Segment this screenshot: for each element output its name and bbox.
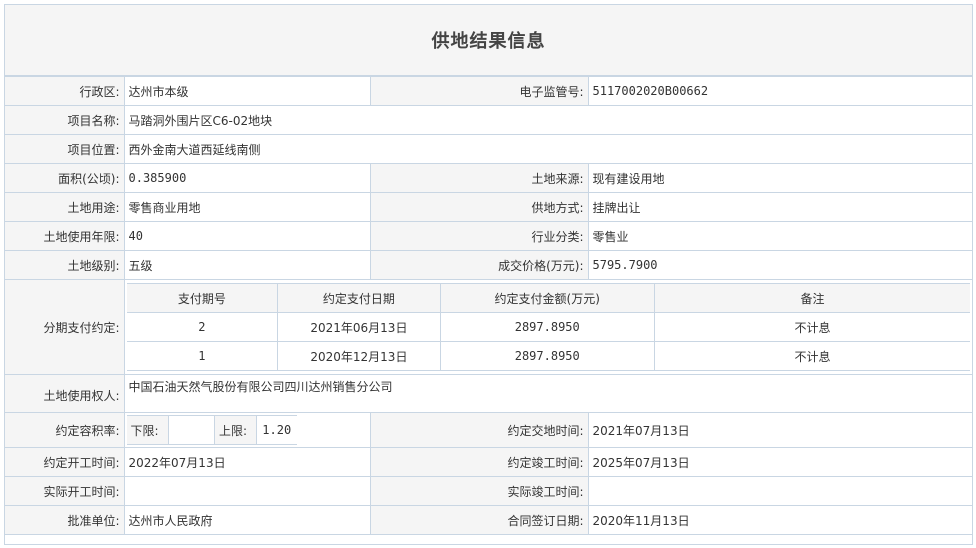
far-table: 下限: 上限: 1.20 [126, 415, 297, 445]
finish-time-label: 约定竣工时间: [369, 447, 589, 477]
land-use-value: 零售商业用地 [123, 192, 371, 222]
far-row: 下限: 上限: 1.20 [126, 415, 297, 445]
finish-time-value: 2025年07月13日 [587, 447, 972, 477]
land-source-label: 土地来源: [369, 163, 589, 193]
note-header: 备注 [653, 283, 970, 313]
start-time-value: 2022年07月13日 [123, 447, 371, 477]
price-value: 5795.7900 [587, 250, 972, 280]
installment-header-row: 支付期号 约定支付日期 约定支付金额(万元) 备注 [126, 283, 970, 313]
land-grade-label: 土地级别: [5, 250, 125, 280]
table-row: 批准单位: 达州市人民政府 合同签订日期: 2020年11月13日 [5, 505, 972, 535]
delivery-time-value: 2021年07月13日 [587, 412, 972, 448]
table-row: 面积(公顷): 0.385900 土地来源: 现有建设用地 [5, 163, 972, 193]
project-name-value: 马踏洞外围片区C6-02地块 [123, 105, 972, 135]
period-header: 支付期号 [126, 283, 279, 313]
table-row: 实际开工时间: 实际竣工时间: [5, 476, 972, 506]
project-name-label: 项目名称: [5, 105, 125, 135]
amount-cell: 2897.8950 [439, 341, 655, 371]
land-source-value: 现有建设用地 [587, 163, 972, 193]
table-row: 土地级别: 五级 成交价格(万元): 5795.7900 [5, 250, 972, 280]
land-grade-value: 五级 [123, 250, 371, 280]
supply-method-value: 挂牌出让 [587, 192, 972, 222]
actual-start-label: 实际开工时间: [5, 476, 125, 506]
far-lower-value [168, 415, 215, 445]
info-table: 行政区: 达州市本级 电子监管号: 5117002020B00662 项目名称:… [5, 76, 972, 535]
far-upper-label: 上限: [214, 415, 257, 445]
date-cell: 2020年12月13日 [277, 341, 441, 371]
table-row: 土地使用权人: 中国石油天然气股份有限公司四川达州销售分公司 [5, 374, 972, 413]
industry-value: 零售业 [587, 221, 972, 251]
amount-header: 约定支付金额(万元) [439, 283, 655, 313]
admin-region-label: 行政区: [5, 76, 125, 106]
installment-row: 1 2020年12月13日 2897.8950 不计息 [126, 341, 970, 371]
e-supervision-no-value: 5117002020B00662 [587, 76, 972, 106]
installment-table: 支付期号 约定支付日期 约定支付金额(万元) 备注 2 2021年06月13日 … [126, 283, 970, 371]
amount-cell: 2897.8950 [439, 312, 655, 342]
start-time-label: 约定开工时间: [5, 447, 125, 477]
table-row: 行政区: 达州市本级 电子监管号: 5117002020B00662 [5, 76, 972, 106]
price-label: 成交价格(万元): [369, 250, 589, 280]
installment-cell: 支付期号 约定支付日期 约定支付金额(万元) 备注 2 2021年06月13日 … [123, 279, 972, 375]
period-cell: 1 [126, 341, 279, 371]
far-upper-value: 1.20 [256, 415, 297, 445]
far-cell: 下限: 上限: 1.20 [123, 412, 371, 448]
installment-label: 分期支付约定: [5, 279, 125, 375]
use-years-value: 40 [123, 221, 371, 251]
land-user-label: 土地使用权人: [5, 374, 125, 413]
contract-date-value: 2020年11月13日 [587, 505, 972, 535]
area-label: 面积(公顷): [5, 163, 125, 193]
table-row: 土地用途: 零售商业用地 供地方式: 挂牌出让 [5, 192, 972, 222]
note-cell: 不计息 [653, 312, 970, 342]
far-label: 约定容积率: [5, 412, 125, 448]
area-value: 0.385900 [123, 163, 371, 193]
actual-finish-label: 实际竣工时间: [369, 476, 589, 506]
actual-finish-value [587, 476, 972, 506]
project-location-label: 项目位置: [5, 134, 125, 164]
e-supervision-no-label: 电子监管号: [369, 76, 589, 106]
table-row: 约定容积率: 下限: 上限: 1.20 约定交地时间: 2021年07月13日 [5, 412, 972, 448]
land-use-label: 土地用途: [5, 192, 125, 222]
period-cell: 2 [126, 312, 279, 342]
contract-date-label: 合同签订日期: [369, 505, 589, 535]
project-location-value: 西外金南大道西延线南侧 [123, 134, 972, 164]
note-cell: 不计息 [653, 341, 970, 371]
table-row: 项目名称: 马踏洞外围片区C6-02地块 [5, 105, 972, 135]
table-row: 约定开工时间: 2022年07月13日 约定竣工时间: 2025年07月13日 [5, 447, 972, 477]
date-header: 约定支付日期 [277, 283, 441, 313]
actual-start-value [123, 476, 371, 506]
page-title: 供地结果信息 [5, 5, 972, 76]
installment-row: 2 2021年06月13日 2897.8950 不计息 [126, 312, 970, 342]
table-row: 项目位置: 西外金南大道西延线南侧 [5, 134, 972, 164]
approval-unit-value: 达州市人民政府 [123, 505, 371, 535]
supply-method-label: 供地方式: [369, 192, 589, 222]
table-row: 土地使用年限: 40 行业分类: 零售业 [5, 221, 972, 251]
land-supply-result-panel: 供地结果信息 行政区: 达州市本级 电子监管号: 5117002020B0066… [4, 4, 973, 545]
use-years-label: 土地使用年限: [5, 221, 125, 251]
date-cell: 2021年06月13日 [277, 312, 441, 342]
far-lower-label: 下限: [126, 415, 169, 445]
admin-region-value: 达州市本级 [123, 76, 371, 106]
industry-label: 行业分类: [369, 221, 589, 251]
table-row: 分期支付约定: 支付期号 约定支付日期 约定支付金额(万元) 备注 2 2021… [5, 279, 972, 375]
land-user-value: 中国石油天然气股份有限公司四川达州销售分公司 [123, 374, 972, 413]
approval-unit-label: 批准单位: [5, 505, 125, 535]
delivery-time-label: 约定交地时间: [369, 412, 589, 448]
